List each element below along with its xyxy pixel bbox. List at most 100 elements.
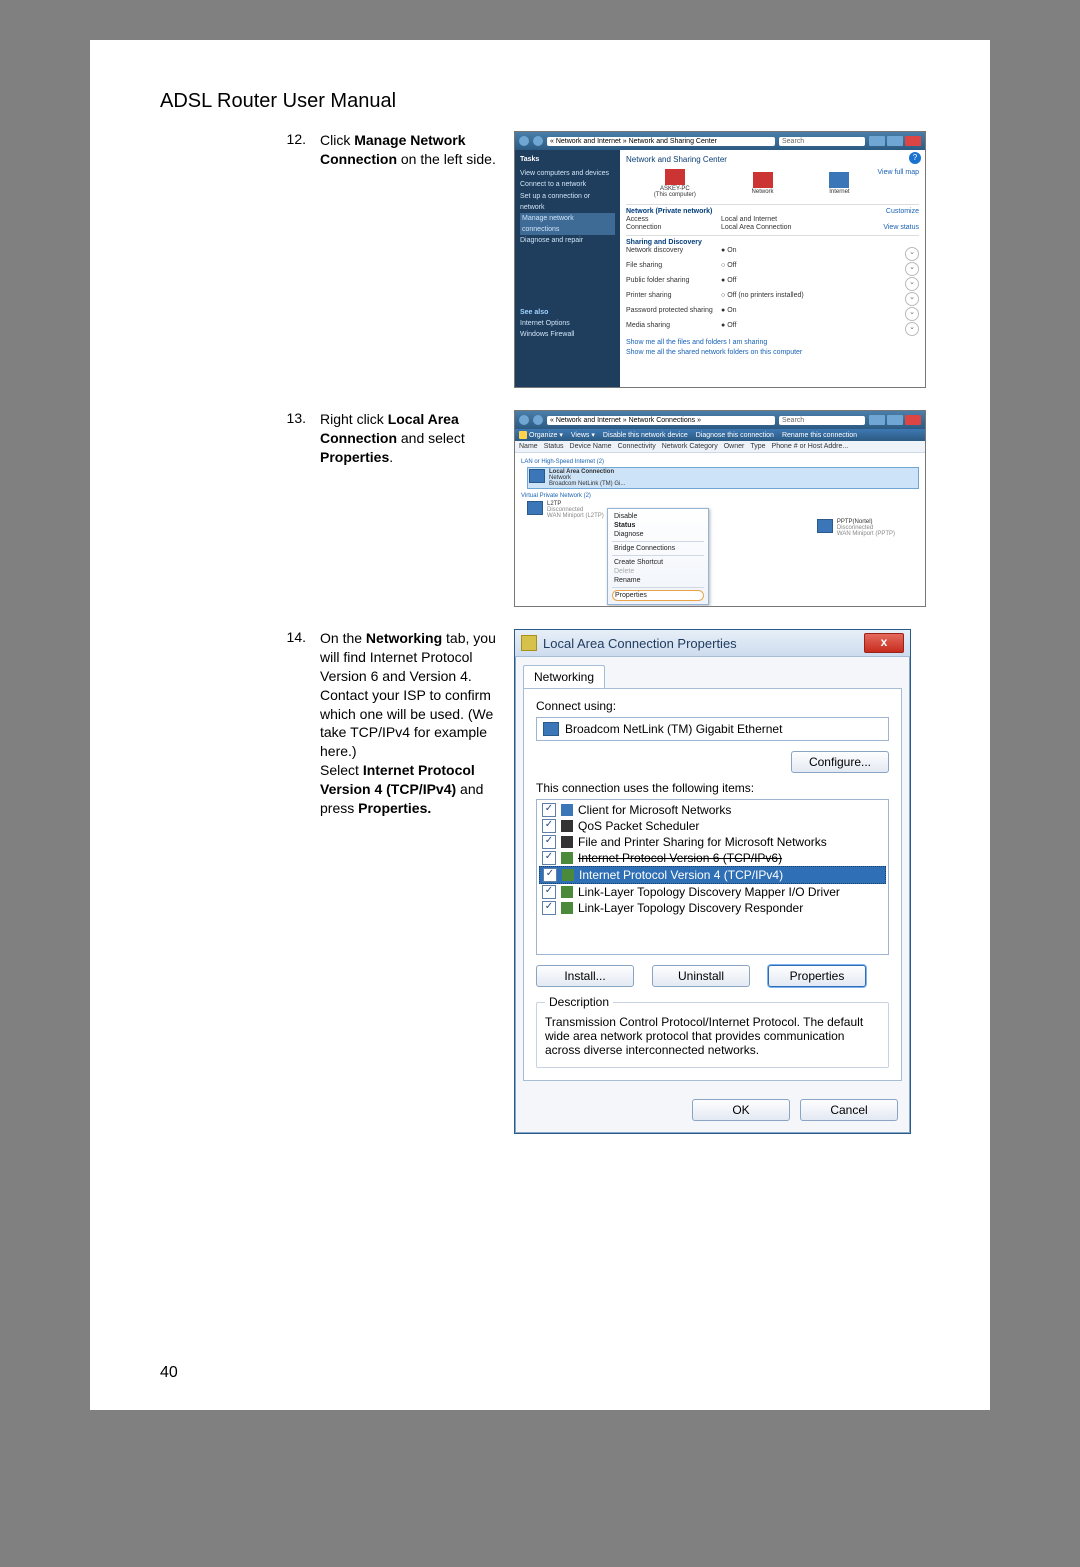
back-button[interactable] [519, 136, 529, 146]
protocol-icon [562, 869, 574, 881]
minimize-button[interactable] [869, 415, 885, 425]
network-adapter-icon [543, 722, 559, 736]
group-lan: LAN or High-Speed Internet (2) [521, 459, 919, 465]
checkbox-icon[interactable]: ✓ [542, 803, 556, 817]
list-item[interactable]: ✓QoS Packet Scheduler [539, 818, 886, 834]
forward-button[interactable] [533, 136, 543, 146]
list-item[interactable]: ✓Link-Layer Topology Discovery Mapper I/… [539, 884, 886, 900]
checkbox-icon[interactable]: ✓ [542, 901, 556, 915]
ctx-rename[interactable]: Rename [612, 576, 704, 585]
chevron-down-icon[interactable]: ⌄ [905, 307, 919, 321]
ctx-properties[interactable]: Properties [612, 590, 704, 601]
ctx-shortcut[interactable]: Create Shortcut [612, 558, 704, 567]
list-item-ipv4-selected[interactable]: ✓Internet Protocol Version 4 (TCP/IPv4) [539, 866, 886, 884]
connection-local-area[interactable]: Local Area ConnectionNetworkBroadcom Net… [527, 467, 919, 489]
help-icon[interactable]: ? [909, 152, 921, 164]
install-button[interactable]: Install... [536, 965, 634, 987]
uninstall-button[interactable]: Uninstall [652, 965, 750, 987]
step-number: 12. [280, 131, 306, 147]
ctx-delete: Delete [612, 567, 704, 576]
folder-icon [519, 431, 527, 439]
view-status-link[interactable]: View status [883, 224, 919, 231]
network-map: ASKEY-PC(This computer) Network Internet [626, 169, 877, 198]
page-number: 40 [160, 1364, 178, 1382]
network-adapter-icon [527, 501, 543, 515]
maximize-button[interactable] [887, 415, 903, 425]
client-icon [561, 804, 573, 816]
close-button[interactable] [905, 415, 921, 425]
configure-button[interactable]: Configure... [791, 751, 889, 773]
address-bar[interactable]: « Network and Internet » Network Connect… [547, 416, 775, 425]
see-also-link[interactable]: Internet Options [520, 318, 615, 329]
network-adapter-icon [817, 519, 833, 533]
page-title: ADSL Router User Manual [160, 90, 920, 113]
task-link[interactable]: Connect to a network [520, 179, 615, 190]
rename-button[interactable]: Rename this connection [782, 432, 857, 439]
footer-link[interactable]: Show me all the shared network folders o… [626, 349, 919, 356]
screenshot-connection-properties: Local Area Connection Properties x Netwo… [514, 629, 911, 1134]
chevron-down-icon[interactable]: ⌄ [905, 292, 919, 306]
checkbox-icon[interactable]: ✓ [542, 885, 556, 899]
properties-button[interactable]: Properties [768, 965, 866, 987]
protocol-icon [561, 886, 573, 898]
close-button[interactable] [905, 136, 921, 146]
forward-button[interactable] [533, 415, 543, 425]
checkbox-icon[interactable]: ✓ [543, 868, 557, 882]
printer-icon [561, 836, 573, 848]
components-listbox[interactable]: ✓Client for Microsoft Networks ✓QoS Pack… [536, 799, 889, 955]
view-full-map-link[interactable]: View full map [877, 169, 919, 176]
see-also-heading: See also [520, 307, 615, 318]
document-page: ADSL Router User Manual 12. Click Manage… [90, 40, 990, 1410]
window-controls [869, 415, 921, 425]
items-label: This connection uses the following items… [536, 781, 889, 795]
cancel-button[interactable]: Cancel [800, 1099, 898, 1121]
views-menu[interactable]: Views ▾ [571, 431, 595, 439]
shield-icon [521, 635, 537, 651]
minimize-button[interactable] [869, 136, 885, 146]
close-button[interactable]: x [864, 633, 904, 653]
chevron-down-icon[interactable]: ⌄ [905, 247, 919, 261]
ctx-disable[interactable]: Disable [612, 512, 704, 521]
map-node-internet: Internet [829, 172, 849, 195]
connect-using-label: Connect using: [536, 699, 889, 713]
ok-button[interactable]: OK [692, 1099, 790, 1121]
organize-menu[interactable]: Organize ▾ [519, 431, 563, 439]
connection-pptp[interactable]: PPTP(Nortel)DisconnectedWAN Miniport (PP… [817, 519, 895, 537]
ctx-diagnose[interactable]: Diagnose [612, 530, 704, 539]
checkbox-icon[interactable]: ✓ [542, 851, 556, 865]
list-item[interactable]: ✓File and Printer Sharing for Microsoft … [539, 834, 886, 850]
network-adapter-icon [529, 469, 545, 483]
diagnose-button[interactable]: Diagnose this connection [696, 432, 774, 439]
map-node-computer: ASKEY-PC(This computer) [654, 169, 696, 198]
list-item[interactable]: ✓Link-Layer Topology Discovery Responder [539, 900, 886, 916]
list-item-ipv6[interactable]: ✓Internet Protocol Version 6 (TCP/IPv6) [539, 850, 886, 866]
chevron-down-icon[interactable]: ⌄ [905, 322, 919, 336]
content-title: Network and Sharing Center [626, 155, 919, 164]
search-input[interactable]: Search [779, 137, 865, 146]
see-also-link[interactable]: Windows Firewall [520, 329, 615, 340]
step-13: 13. Right click Local Area Connection an… [160, 410, 920, 607]
task-link[interactable]: View computers and devices [520, 168, 615, 179]
tasks-heading: Tasks [520, 154, 615, 165]
task-link[interactable]: Set up a connection or network [520, 191, 615, 213]
footer-link[interactable]: Show me all the files and folders I am s… [626, 339, 919, 346]
search-input[interactable]: Search [779, 416, 865, 425]
chevron-down-icon[interactable]: ⌄ [905, 262, 919, 276]
checkbox-icon[interactable]: ✓ [542, 835, 556, 849]
tab-networking[interactable]: Networking [523, 665, 605, 688]
task-link-manage-network-connections[interactable]: Manage network connections [520, 213, 615, 235]
checkbox-icon[interactable]: ✓ [542, 819, 556, 833]
disable-device-button[interactable]: Disable this network device [603, 432, 688, 439]
address-bar[interactable]: « Network and Internet » Network and Sha… [547, 137, 775, 146]
list-item[interactable]: ✓Client for Microsoft Networks [539, 802, 886, 818]
ctx-bridge[interactable]: Bridge Connections [612, 544, 704, 553]
dialog-title: Local Area Connection Properties [543, 636, 737, 651]
maximize-button[interactable] [887, 136, 903, 146]
chevron-down-icon[interactable]: ⌄ [905, 277, 919, 291]
context-menu: Disable Status Diagnose Bridge Connectio… [607, 508, 709, 605]
customize-link[interactable]: Customize [886, 208, 919, 215]
connection-l2tp[interactable]: L2TPDisconnectedWAN Miniport (L2TP) [527, 501, 919, 519]
back-button[interactable] [519, 415, 529, 425]
task-link[interactable]: Diagnose and repair [520, 235, 615, 246]
window-controls [869, 136, 921, 146]
